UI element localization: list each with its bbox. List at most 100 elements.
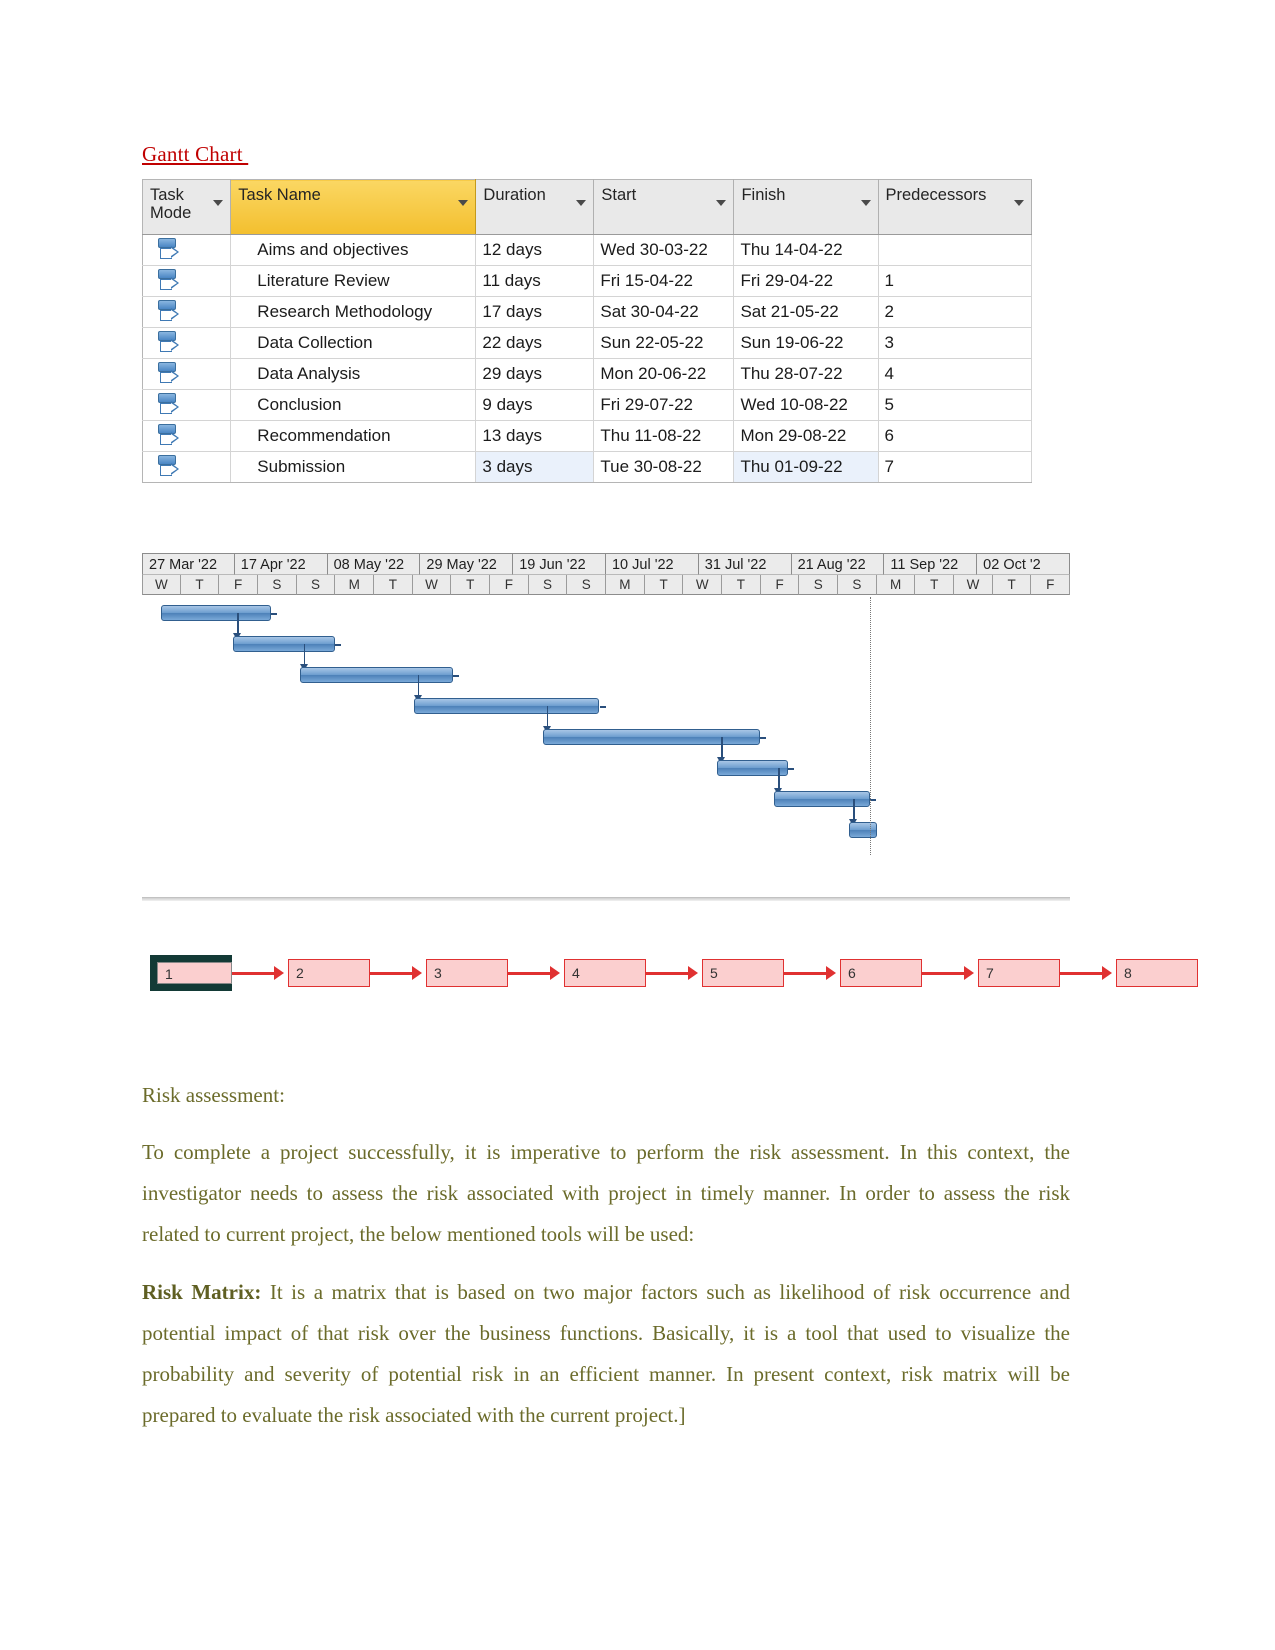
task-start-cell[interactable]: Fri 29-07-22: [593, 389, 735, 421]
task-predecessors-cell[interactable]: 1: [878, 265, 1032, 297]
task-start-cell[interactable]: Tue 30-08-22: [593, 451, 735, 483]
task-name-cell[interactable]: Data Collection: [230, 327, 477, 359]
table-header-row: Task Mode Task Name Duration Start Finis…: [142, 179, 1032, 235]
manually-scheduled-icon[interactable]: [157, 331, 179, 355]
table-row[interactable]: Recommendation 13 days Thu 11-08-22 Mon 29-…: [142, 420, 1032, 452]
task-duration-cell[interactable]: 17 days: [475, 296, 595, 328]
table-row[interactable]: Research Methodology 17 days Sat 30-04-22 S…: [142, 296, 1032, 328]
chevron-down-icon[interactable]: [458, 200, 469, 206]
gantt-bar[interactable]: [413, 698, 600, 714]
task-start-cell[interactable]: Sat 30-04-22: [593, 296, 735, 328]
task-finish-cell[interactable]: Sun 19-06-22: [733, 327, 879, 359]
manually-scheduled-icon[interactable]: [157, 238, 179, 262]
gantt-bar[interactable]: [160, 605, 271, 621]
manually-scheduled-icon[interactable]: [157, 269, 179, 293]
network-node[interactable]: 6: [840, 959, 922, 987]
task-predecessors-cell[interactable]: 6: [878, 420, 1032, 452]
table-row[interactable]: Data Analysis 29 days Mon 20-06-22 Thu 28-0…: [142, 358, 1032, 390]
column-header-label: Finish: [741, 186, 786, 204]
task-finish-cell[interactable]: Thu 01-09-22: [733, 451, 879, 483]
task-mode-cell[interactable]: [142, 451, 232, 483]
manually-scheduled-icon[interactable]: [157, 300, 179, 324]
timescale-month-label: 10 Jul '22: [605, 553, 699, 575]
risk-assessment-paragraph: To complete a project successfully, it i…: [142, 1140, 1070, 1246]
chevron-down-icon[interactable]: [576, 200, 587, 206]
task-predecessors-cell[interactable]: 7: [878, 451, 1032, 483]
table-row[interactable]: Conclusion 9 days Fri 29-07-22 Wed 10-08-22…: [142, 389, 1032, 421]
task-finish-cell[interactable]: Sat 21-05-22: [733, 296, 879, 328]
column-header-task-name[interactable]: Task Name: [230, 179, 477, 235]
chevron-down-icon[interactable]: [1014, 200, 1024, 206]
network-node[interactable]: 7: [978, 959, 1060, 987]
network-node[interactable]: 2: [288, 959, 370, 987]
gantt-bar[interactable]: [542, 729, 761, 745]
task-duration-cell[interactable]: 29 days: [475, 358, 595, 390]
task-name-cell[interactable]: Aims and objectives: [230, 234, 477, 266]
task-name-cell[interactable]: Recommendation: [230, 420, 477, 452]
manually-scheduled-icon[interactable]: [157, 455, 179, 479]
task-start-cell[interactable]: Sun 22-05-22: [593, 327, 735, 359]
task-duration-cell[interactable]: 12 days: [475, 234, 595, 266]
gantt-bar[interactable]: [299, 667, 453, 683]
column-header-task-mode[interactable]: Task Mode: [142, 179, 232, 235]
task-predecessors-cell[interactable]: 5: [878, 389, 1032, 421]
table-row[interactable]: Aims and objectives 12 days Wed 30-03-22 Th…: [142, 234, 1032, 266]
task-mode-cell[interactable]: [142, 296, 232, 328]
chevron-down-icon[interactable]: [213, 200, 224, 206]
timescale-top-row: 27 Mar '22 17 Apr '22 08 May '22 29 May '22…: [142, 553, 1070, 575]
task-mode-cell[interactable]: [142, 389, 232, 421]
column-header-duration[interactable]: Duration: [475, 179, 595, 235]
task-duration-cell[interactable]: 11 days: [475, 265, 595, 297]
network-node[interactable]: 4: [564, 959, 646, 987]
task-predecessors-cell[interactable]: 3: [878, 327, 1032, 359]
network-node-label: 1: [157, 962, 232, 984]
task-mode-cell[interactable]: [142, 358, 232, 390]
task-finish-cell[interactable]: Thu 14-04-22: [733, 234, 879, 266]
task-start-cell[interactable]: Wed 30-03-22: [593, 234, 735, 266]
task-predecessors-cell[interactable]: [878, 234, 1032, 266]
table-row[interactable]: Literature Review 11 days Fri 15-04-22 Fri …: [142, 265, 1032, 297]
timescale-day-label: F: [760, 575, 800, 595]
network-node[interactable]: 5: [702, 959, 784, 987]
task-mode-cell[interactable]: [142, 327, 232, 359]
column-header-finish[interactable]: Finish: [733, 179, 879, 235]
manually-scheduled-icon[interactable]: [157, 393, 179, 417]
task-mode-cell[interactable]: [142, 234, 232, 266]
gantt-bar[interactable]: [849, 822, 877, 838]
column-header-start[interactable]: Start: [593, 179, 735, 235]
network-node[interactable]: 8: [1116, 959, 1198, 987]
network-connector: [508, 972, 552, 975]
task-name-cell[interactable]: Research Methodology: [230, 296, 477, 328]
task-duration-cell[interactable]: 9 days: [475, 389, 595, 421]
task-name-cell[interactable]: Literature Review: [230, 265, 477, 297]
task-finish-cell[interactable]: Wed 10-08-22: [733, 389, 879, 421]
task-mode-cell[interactable]: [142, 265, 232, 297]
task-duration-cell[interactable]: 3 days: [475, 451, 595, 483]
task-start-cell[interactable]: Thu 11-08-22: [593, 420, 735, 452]
table-row[interactable]: Submission 3 days Tue 30-08-22 Thu 01-09-22…: [142, 451, 1032, 483]
task-name-cell[interactable]: Data Analysis: [230, 358, 477, 390]
task-start-cell[interactable]: Fri 15-04-22: [593, 265, 735, 297]
network-node[interactable]: 3: [426, 959, 508, 987]
chevron-down-icon[interactable]: [860, 200, 871, 206]
gantt-link: [546, 706, 549, 727]
network-node[interactable]: 1: [150, 955, 232, 991]
task-mode-cell[interactable]: [142, 420, 232, 452]
task-duration-cell[interactable]: 13 days: [475, 420, 595, 452]
task-predecessors-cell[interactable]: 4: [878, 358, 1032, 390]
task-finish-cell[interactable]: Mon 29-08-22: [733, 420, 879, 452]
task-name-cell[interactable]: Conclusion: [230, 389, 477, 421]
task-duration-cell[interactable]: 22 days: [475, 327, 595, 359]
task-finish-cell[interactable]: Thu 28-07-22: [733, 358, 879, 390]
column-header-predecessors[interactable]: Predecessors: [878, 179, 1032, 235]
gantt-bar[interactable]: [773, 791, 871, 807]
task-start-cell[interactable]: Mon 20-06-22: [593, 358, 735, 390]
manually-scheduled-icon[interactable]: [157, 362, 179, 386]
gantt-bar[interactable]: [232, 636, 336, 652]
manually-scheduled-icon[interactable]: [157, 424, 179, 448]
chevron-down-icon[interactable]: [716, 200, 727, 206]
table-row[interactable]: Data Collection 22 days Sun 22-05-22 Sun 19…: [142, 327, 1032, 359]
task-name-cell[interactable]: Submission: [230, 451, 477, 483]
task-finish-cell[interactable]: Fri 29-04-22: [733, 265, 879, 297]
task-predecessors-cell[interactable]: 2: [878, 296, 1032, 328]
